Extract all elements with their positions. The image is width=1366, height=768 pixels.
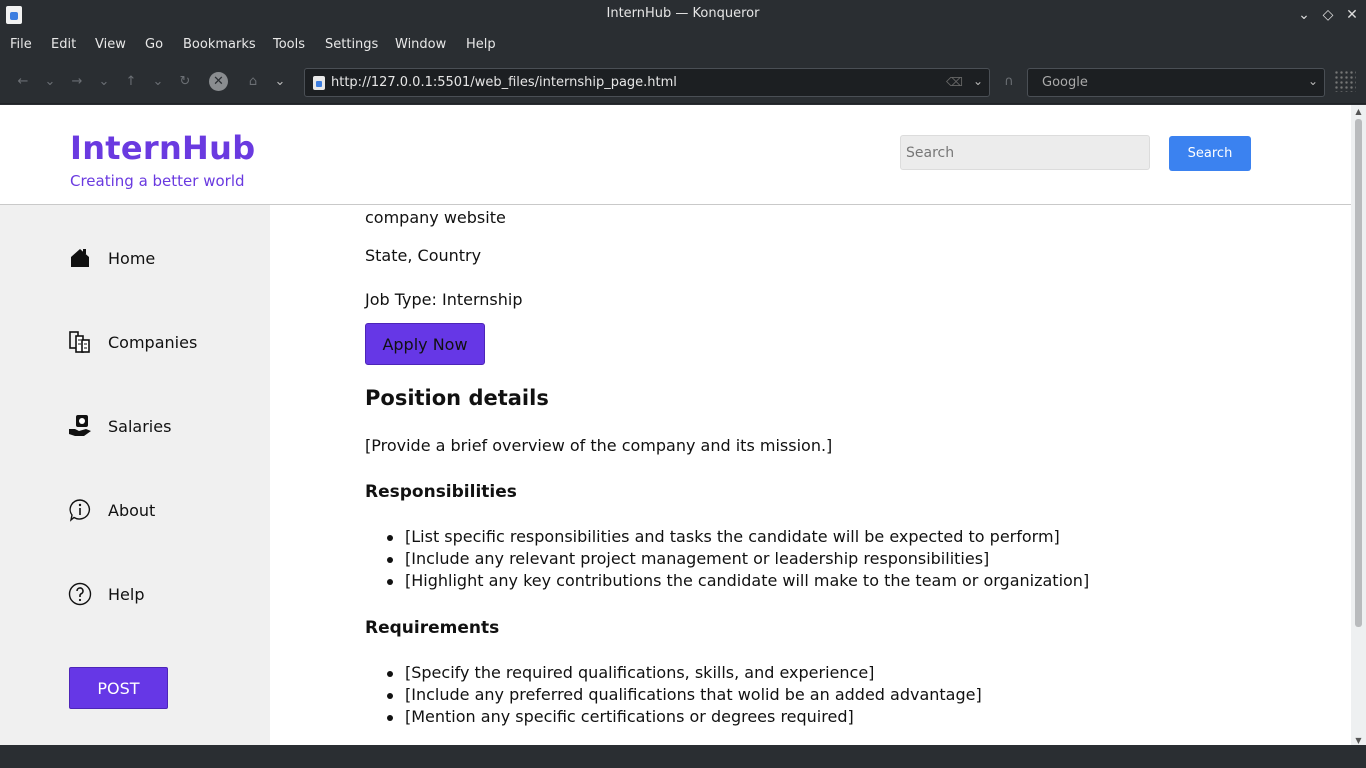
- menu-go[interactable]: Go: [145, 37, 163, 52]
- list-item: [Specify the required qualifications, sk…: [365, 663, 982, 685]
- list-item: [Include any preferred qualifications th…: [365, 685, 982, 707]
- menu-bookmarks[interactable]: Bookmarks: [183, 37, 256, 52]
- menu-view[interactable]: View: [95, 37, 126, 52]
- menu-tools[interactable]: Tools: [273, 37, 305, 52]
- job-location: State, Country: [365, 246, 482, 265]
- list-item: [Include any relevant project management…: [365, 549, 1089, 571]
- home-chevron-icon[interactable]: ⌄: [270, 72, 290, 92]
- maximize-icon[interactable]: ◇: [1318, 5, 1338, 25]
- sidebar-item-label: About: [108, 501, 156, 520]
- forward-history-chevron-icon[interactable]: ⌄: [94, 72, 114, 92]
- job-type: Job Type: Internship: [365, 290, 523, 309]
- back-icon[interactable]: ←: [13, 72, 33, 92]
- requirements-heading: Requirements: [365, 618, 500, 638]
- status-bar: [0, 745, 1366, 768]
- close-icon[interactable]: ✕: [1342, 5, 1362, 25]
- company-overview: [Provide a brief overview of the company…: [365, 436, 833, 455]
- menu-window[interactable]: Window: [395, 37, 446, 52]
- menu-bar: File Edit View Go Bookmarks Tools Settin…: [0, 30, 1366, 60]
- stop-icon[interactable]: ✕: [209, 72, 228, 91]
- up-history-chevron-icon[interactable]: ⌄: [148, 72, 168, 92]
- help-icon: [68, 582, 92, 606]
- search-engine-label: Google: [1042, 75, 1088, 90]
- page-favicon-icon: [313, 76, 325, 90]
- go-icon[interactable]: ∩: [999, 72, 1019, 92]
- url-history-chevron-icon[interactable]: ⌄: [973, 74, 983, 88]
- minimize-icon[interactable]: ⌄: [1294, 5, 1314, 25]
- info-icon: [69, 499, 91, 522]
- search-engine-chevron-icon[interactable]: ⌄: [1308, 74, 1318, 88]
- responsibilities-heading: Responsibilities: [365, 482, 517, 502]
- page-viewport: InternHub Creating a better world Search…: [0, 105, 1351, 745]
- requirements-list: [Specify the required qualifications, sk…: [365, 663, 982, 729]
- site-search-input[interactable]: [900, 135, 1150, 170]
- site-tagline: Creating a better world: [70, 172, 245, 190]
- site-logo[interactable]: InternHub: [70, 129, 255, 167]
- reload-icon[interactable]: ↻: [175, 72, 195, 92]
- scroll-up-icon[interactable]: ▲: [1351, 107, 1366, 116]
- scrollbar-thumb[interactable]: [1355, 119, 1362, 627]
- forward-icon[interactable]: →: [67, 72, 87, 92]
- sidebar: Home Companies Salaries About Help POST: [0, 205, 270, 745]
- clear-url-icon[interactable]: ⌫: [946, 75, 963, 89]
- list-item: [Highlight any key contributions the can…: [365, 571, 1089, 593]
- list-item: [List specific responsibilities and task…: [365, 527, 1089, 549]
- company-website-link[interactable]: company website: [365, 208, 506, 227]
- window-titlebar: InternHub — Konqueror ⌄ ◇ ✕: [0, 0, 1366, 30]
- sidebar-item-label: Home: [108, 249, 156, 268]
- scroll-down-icon[interactable]: ▼: [1351, 736, 1366, 745]
- menu-settings[interactable]: Settings: [325, 37, 378, 52]
- up-icon[interactable]: ↑: [121, 72, 141, 92]
- back-history-chevron-icon[interactable]: ⌄: [40, 72, 60, 92]
- apply-now-button[interactable]: Apply Now: [365, 323, 485, 365]
- salaries-icon: [69, 415, 91, 436]
- responsibilities-list: [List specific responsibilities and task…: [365, 527, 1089, 593]
- site-search-button[interactable]: Search: [1169, 136, 1251, 171]
- sidebar-item-label: Companies: [108, 333, 198, 352]
- menu-edit[interactable]: Edit: [51, 37, 76, 52]
- page-scrollbar[interactable]: ▲ ▼: [1351, 105, 1366, 745]
- browser-toolbar: ← ⌄ → ⌄ ↑ ⌄ ↻ ✕ ⌂ ⌄ http://127.0.0.1:550…: [0, 60, 1366, 104]
- apps-grid-icon[interactable]: [1334, 70, 1356, 92]
- menu-help[interactable]: Help: [466, 37, 496, 52]
- home-icon: [71, 249, 89, 267]
- sidebar-item-label: Help: [108, 585, 145, 604]
- position-details-heading: Position details: [365, 386, 549, 410]
- sidebar-item-label: Salaries: [108, 417, 172, 436]
- window-title: InternHub — Konqueror: [606, 6, 760, 21]
- site-header: InternHub Creating a better world Search: [0, 105, 1351, 205]
- companies-icon: [69, 331, 90, 353]
- web-search-bar[interactable]: Google ⌄: [1027, 68, 1325, 97]
- list-item: [Mention any specific certifications or …: [365, 707, 982, 729]
- post-button[interactable]: POST: [69, 667, 168, 709]
- url-bar[interactable]: http://127.0.0.1:5501/web_files/internsh…: [304, 68, 990, 97]
- home-toolbar-icon[interactable]: ⌂: [243, 72, 263, 92]
- menu-file[interactable]: File: [10, 37, 32, 52]
- url-text[interactable]: http://127.0.0.1:5501/web_files/internsh…: [331, 75, 677, 90]
